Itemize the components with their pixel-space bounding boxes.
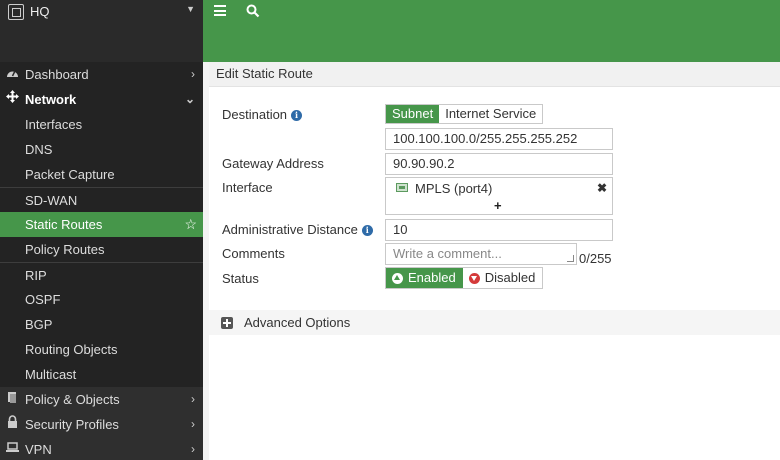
sidebar-item-label: Security Profiles [25,417,119,432]
chevron-right-icon: › [191,417,195,431]
info-icon[interactable]: i [361,225,373,236]
sidebar-item-routing-objects[interactable]: Routing Objects [0,337,203,362]
destination-label: Destination i [222,107,303,122]
device-icon [8,4,24,20]
policy-icon [5,387,19,412]
chevron-right-icon: › [191,442,195,456]
sidebar-item-label: Dashboard [25,67,89,82]
laptop-icon [5,437,19,460]
sidebar-item-sd-wan[interactable]: SD-WAN [0,187,203,212]
sidebar-item-vpn[interactable]: VPN › [0,437,203,460]
sidebar-item-label: DNS [25,142,53,157]
interface-value: MPLS (port4) [415,181,493,196]
sidebar-item-label: Policy Routes [25,242,105,257]
favorite-star-icon[interactable]: ☆ [184,212,197,237]
destination-subnet-input[interactable]: 100.100.100.0/255.255.255.252 [385,128,613,150]
top-bar [203,0,780,62]
sidebar-item-label: Interfaces [25,117,83,132]
sidebar-item-static-routes[interactable]: Static Routes ☆ [0,212,203,237]
sidebar-item-policy-routes[interactable]: Policy Routes [0,237,203,262]
add-interface-icon[interactable]: + [494,196,502,216]
sidebar-item-label: BGP [25,317,53,332]
status-toggle: Enabled Disabled [385,267,544,289]
sidebar-item-interfaces[interactable]: Interfaces [0,112,203,137]
chevron-right-icon: › [191,392,195,406]
sidebar-item-label: Multicast [25,367,77,382]
chevron-down-icon[interactable]: ▼ [186,4,195,14]
interface-select[interactable]: MPLS (port4) ✖ + [385,177,613,215]
sidebar-item-label: Packet Capture [25,167,115,182]
device-name: HQ [30,4,50,19]
administrative-distance-label-text: Administrative Distance [222,222,358,237]
chevron-right-icon: › [191,67,195,81]
sidebar-item-security-profiles[interactable]: Security Profiles › [0,412,203,437]
sidebar-item-policy-objects[interactable]: Policy & Objects › [0,387,203,412]
sidebar-item-multicast[interactable]: Multicast [0,362,203,387]
advanced-options-toggle[interactable]: Advanced Options [209,310,780,335]
sidebar-item-label: VPN [25,442,52,457]
comments-placeholder: Write a comment... [393,246,502,261]
network-icon [5,87,19,112]
sidebar: HQ ▼ Dashboard › Network ⌄ Interfaces DN… [0,0,203,460]
dashboard-icon [5,62,19,87]
destination-label-text: Destination [222,107,288,122]
expand-plus-icon [221,317,233,329]
status-disabled-option[interactable]: Disabled [462,268,543,288]
internet-service-option[interactable]: Internet Service [439,105,543,123]
administrative-distance-label: Administrative Distance i [222,222,373,237]
search-icon[interactable] [246,4,260,18]
sidebar-item-ospf[interactable]: OSPF [0,287,203,312]
comments-textarea[interactable]: Write a comment... [385,243,577,265]
status-enabled-label: Enabled [408,270,456,285]
sidebar-item-label: Static Routes [25,217,103,232]
sidebar-item-label: RIP [25,268,47,283]
static-route-form: Destination i Subnet Internet Service 100… [209,96,780,460]
sidebar-item-label: Policy & Objects [25,392,120,407]
resize-handle-icon[interactable] [567,255,574,262]
status-label: Status [222,271,259,286]
sidebar-item-bgp[interactable]: BGP [0,312,203,337]
sidebar-item-label: SD-WAN [25,193,78,208]
page-title-bar: Edit Static Route [209,62,780,87]
sidebar-item-label: OSPF [25,292,61,307]
interface-port-icon [396,183,408,192]
destination-type-toggle: Subnet Internet Service [385,104,544,124]
sidebar-item-rip[interactable]: RIP [0,262,203,287]
sidebar-item-dns[interactable]: DNS [0,137,203,162]
sidebar-item-label: Network [25,92,77,107]
administrative-distance-input[interactable]: 10 [385,219,613,241]
gateway-address-input[interactable]: 90.90.90.2 [385,153,613,175]
status-enabled-option[interactable]: Enabled [386,268,463,288]
chevron-down-icon: ⌄ [184,92,195,106]
arrow-down-circle-icon [468,272,480,284]
comments-char-counter: 0/255 [579,251,612,266]
subnet-option[interactable]: Subnet [386,105,440,123]
lock-icon [5,412,19,437]
sidebar-item-packet-capture[interactable]: Packet Capture [0,162,203,187]
remove-interface-icon[interactable]: ✖ [597,178,607,198]
advanced-options-label: Advanced Options [244,315,351,330]
info-icon[interactable]: i [291,110,303,121]
sidebar-item-network[interactable]: Network ⌄ [0,87,203,112]
hamburger-menu-icon[interactable] [214,5,226,16]
status-disabled-label: Disabled [484,270,536,285]
sidebar-header[interactable]: HQ ▼ [0,0,203,62]
gateway-address-label: Gateway Address [222,156,324,171]
comments-label: Comments [222,246,285,261]
sidebar-item-label: Routing Objects [25,342,118,357]
sidebar-item-dashboard[interactable]: Dashboard › [0,62,203,87]
interface-label: Interface [222,180,273,195]
page-title: Edit Static Route [216,66,313,81]
arrow-up-circle-icon [392,272,403,284]
